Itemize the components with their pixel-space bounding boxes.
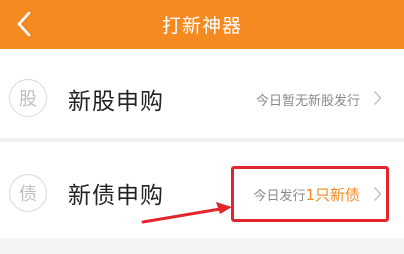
back-button[interactable] <box>8 8 40 40</box>
row-status-new-stock: 今日暂无新股发行 <box>255 94 360 109</box>
bond-icon: 债 <box>9 174 47 212</box>
annotation-highlight-box <box>231 166 389 222</box>
bottom-spacer <box>0 238 404 254</box>
new-stock-subscription-row[interactable]: 股 新股申购 今日暂无新股发行 <box>0 49 404 145</box>
header-bar: 打新神器 <box>0 0 404 49</box>
stock-icon: 股 <box>9 79 47 117</box>
row-title-new-stock: 新股申购 <box>68 89 164 115</box>
chevron-right-icon <box>373 90 382 106</box>
chevron-left-icon <box>17 11 31 37</box>
page-title: 打新神器 <box>161 15 242 37</box>
annotation-arrow-icon <box>141 202 232 224</box>
